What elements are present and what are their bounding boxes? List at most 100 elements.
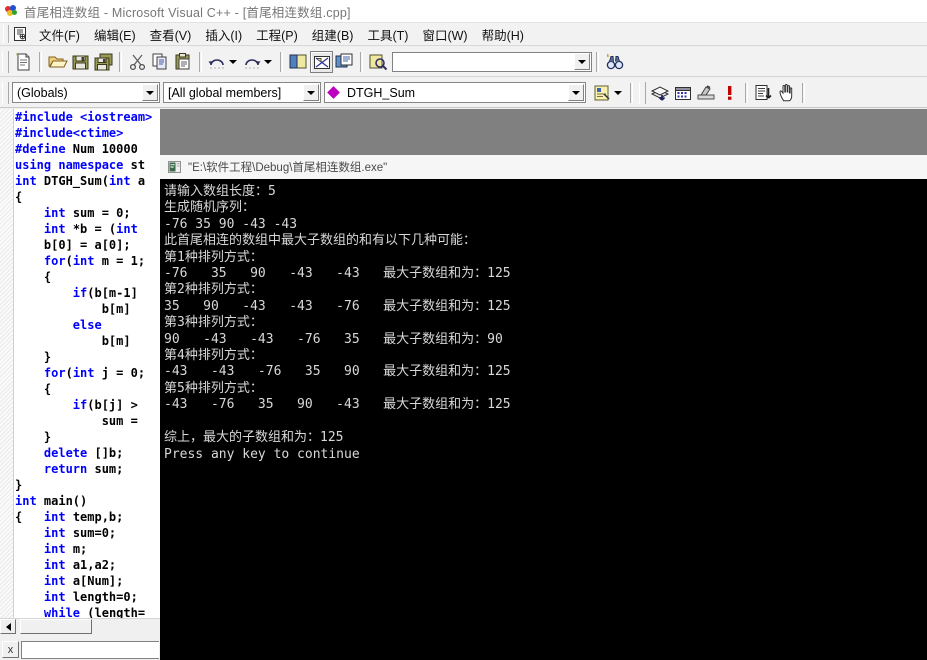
code-line: int *b = (int <box>43 222 138 236</box>
console-title-bar: "E:\软件工程\Debug\首尾相连数组.exe" <box>160 155 927 179</box>
menu-view[interactable]: 查看(V) <box>143 23 199 46</box>
wizard-bar-grip[interactable] <box>2 81 9 104</box>
scroll-left-arrow-icon[interactable] <box>0 619 16 634</box>
new-file-icon[interactable] <box>12 51 35 73</box>
code-line: return sum; <box>43 462 124 476</box>
toolbar-separator <box>119 51 122 72</box>
cut-icon[interactable] <box>126 51 149 73</box>
window-list-icon[interactable] <box>333 51 356 73</box>
window-title-bar: 首尾相连数组 - Microsoft Visual C++ - [首尾相连数组.… <box>0 0 927 22</box>
toolbar-separator <box>630 82 633 103</box>
redo-dropdown-arrow-icon[interactable] <box>264 59 272 64</box>
menu-help[interactable]: 帮助(H) <box>475 23 531 46</box>
chevron-down-icon <box>578 59 586 64</box>
toolbar-separator <box>39 51 42 72</box>
code-line: using namespace st <box>15 158 146 172</box>
find-combo[interactable] <box>392 51 592 72</box>
menu-insert[interactable]: 插入(I) <box>198 23 249 46</box>
undo-dropdown-arrow-icon[interactable] <box>229 59 237 64</box>
code-line: int a[Num]; <box>43 574 124 588</box>
menu-build[interactable]: 组建(B) <box>305 23 361 46</box>
stop-build-icon[interactable] <box>718 82 741 104</box>
code-line: sum = <box>15 414 138 428</box>
code-line: for(int j = 0; <box>43 366 146 380</box>
code-line: if(b[m-1] <box>72 286 138 300</box>
source-code-text[interactable]: #include <iostream> #include<ctime> #defin… <box>15 109 160 620</box>
build-icon[interactable] <box>672 82 695 104</box>
wizardbar-actions-icon[interactable] <box>591 82 614 104</box>
save-icon[interactable] <box>69 51 92 73</box>
code-line: b[m] <box>15 334 138 348</box>
code-line: { <box>15 190 23 204</box>
output-pane-text-area[interactable] <box>21 640 159 659</box>
code-line: if(b[j] > <box>72 398 138 412</box>
toolbar-separator <box>596 51 599 72</box>
code-line: delete []b; <box>43 446 124 460</box>
code-line: } <box>15 350 52 364</box>
wizardbar-dropdown-arrow-icon[interactable] <box>614 90 622 95</box>
workspace-icon[interactable] <box>287 51 310 73</box>
members-combo[interactable]: [All global members] <box>163 82 321 103</box>
find-combo-dropdown-button[interactable] <box>574 53 590 70</box>
rebuild-all-icon[interactable] <box>695 82 718 104</box>
menu-edit[interactable]: 编辑(E) <box>87 23 143 46</box>
copy-icon[interactable] <box>149 51 172 73</box>
go-hand-icon[interactable] <box>775 82 798 104</box>
menu-bar-grip[interactable] <box>3 25 9 43</box>
code-line: #include<ctime> <box>15 126 124 140</box>
chevron-down-icon <box>307 90 315 95</box>
menu-tools[interactable]: 工具(T) <box>360 23 415 46</box>
wizard-bar: (Globals) [All global members] DTGH_Sum <box>0 78 927 108</box>
code-line: b[m] <box>15 302 138 316</box>
code-line: #define Num 10000 <box>15 142 138 156</box>
standard-toolbar-grip[interactable] <box>2 50 9 73</box>
window-title-text: 首尾相连数组 - Microsoft Visual C++ - [首尾相连数组.… <box>24 5 351 20</box>
execute-program-icon[interactable] <box>752 82 775 104</box>
compile-icon[interactable] <box>649 82 672 104</box>
output-pane: x <box>0 634 160 660</box>
menu-project[interactable]: 工程(P) <box>249 23 305 46</box>
editor-selection-margin[interactable] <box>0 109 14 634</box>
output-window-icon[interactable] <box>310 50 333 73</box>
console-window-icon <box>168 161 181 173</box>
function-combo-dropdown-button[interactable] <box>568 84 584 101</box>
code-line: } <box>15 478 23 492</box>
output-pane-close-button[interactable]: x <box>2 641 19 658</box>
members-combo-dropdown-button[interactable] <box>303 84 319 101</box>
console-output-text[interactable]: 请输入数组长度：5 生成随机序列： -76 35 90 -43 -43 此首尾相… <box>160 179 927 660</box>
editor-horizontal-scrollbar[interactable] <box>0 618 160 634</box>
paste-icon[interactable] <box>172 51 195 73</box>
code-line: } <box>15 430 52 444</box>
menu-file[interactable]: 文件(F) <box>32 23 87 46</box>
open-file-icon[interactable] <box>46 51 69 73</box>
function-combo[interactable]: DTGH_Sum <box>324 82 586 103</box>
find-binoculars-icon[interactable] <box>603 51 626 73</box>
document-properties-icon[interactable] <box>12 26 28 42</box>
class-combo[interactable]: (Globals) <box>12 82 160 103</box>
code-line: int m; <box>43 542 88 556</box>
vcpp-logo-icon <box>4 4 19 19</box>
console-window[interactable]: "E:\软件工程\Debug\首尾相连数组.exe" 请输入数组长度：5 生成随… <box>160 155 927 660</box>
code-line: int a1,a2; <box>43 558 117 572</box>
code-line: int sum = 0; <box>43 206 131 220</box>
code-line: int DTGH_Sum(int a <box>15 174 146 188</box>
toolbar-separator <box>745 82 748 103</box>
console-title-text: "E:\软件工程\Debug\首尾相连数组.exe" <box>188 162 388 174</box>
toolbar-separator <box>199 51 202 72</box>
class-combo-dropdown-button[interactable] <box>142 84 158 101</box>
menu-bar: 文件(F) 编辑(E) 查看(V) 插入(I) 工程(P) 组建(B) 工具(T… <box>0 22 927 46</box>
visual-cpp-window: 首尾相连数组 - Microsoft Visual C++ - [首尾相连数组.… <box>0 0 927 660</box>
save-all-icon[interactable] <box>92 51 115 73</box>
find-in-files-icon[interactable] <box>367 51 390 73</box>
class-combo-value: (Globals) <box>17 85 68 100</box>
build-toolbar-grip[interactable] <box>639 81 646 104</box>
code-line: { int temp,b; <box>15 510 124 524</box>
code-line: else <box>72 318 102 332</box>
menu-window[interactable]: 窗口(W) <box>415 23 474 46</box>
redo-icon[interactable] <box>241 51 264 73</box>
code-line: b[0] = a[0]; <box>15 238 131 252</box>
editor-hscroll-thumb[interactable] <box>20 619 92 634</box>
code-line: { <box>15 382 52 396</box>
mdi-client-area: #include <iostream> #include<ctime> #defin… <box>0 109 927 660</box>
undo-icon[interactable] <box>206 51 229 73</box>
